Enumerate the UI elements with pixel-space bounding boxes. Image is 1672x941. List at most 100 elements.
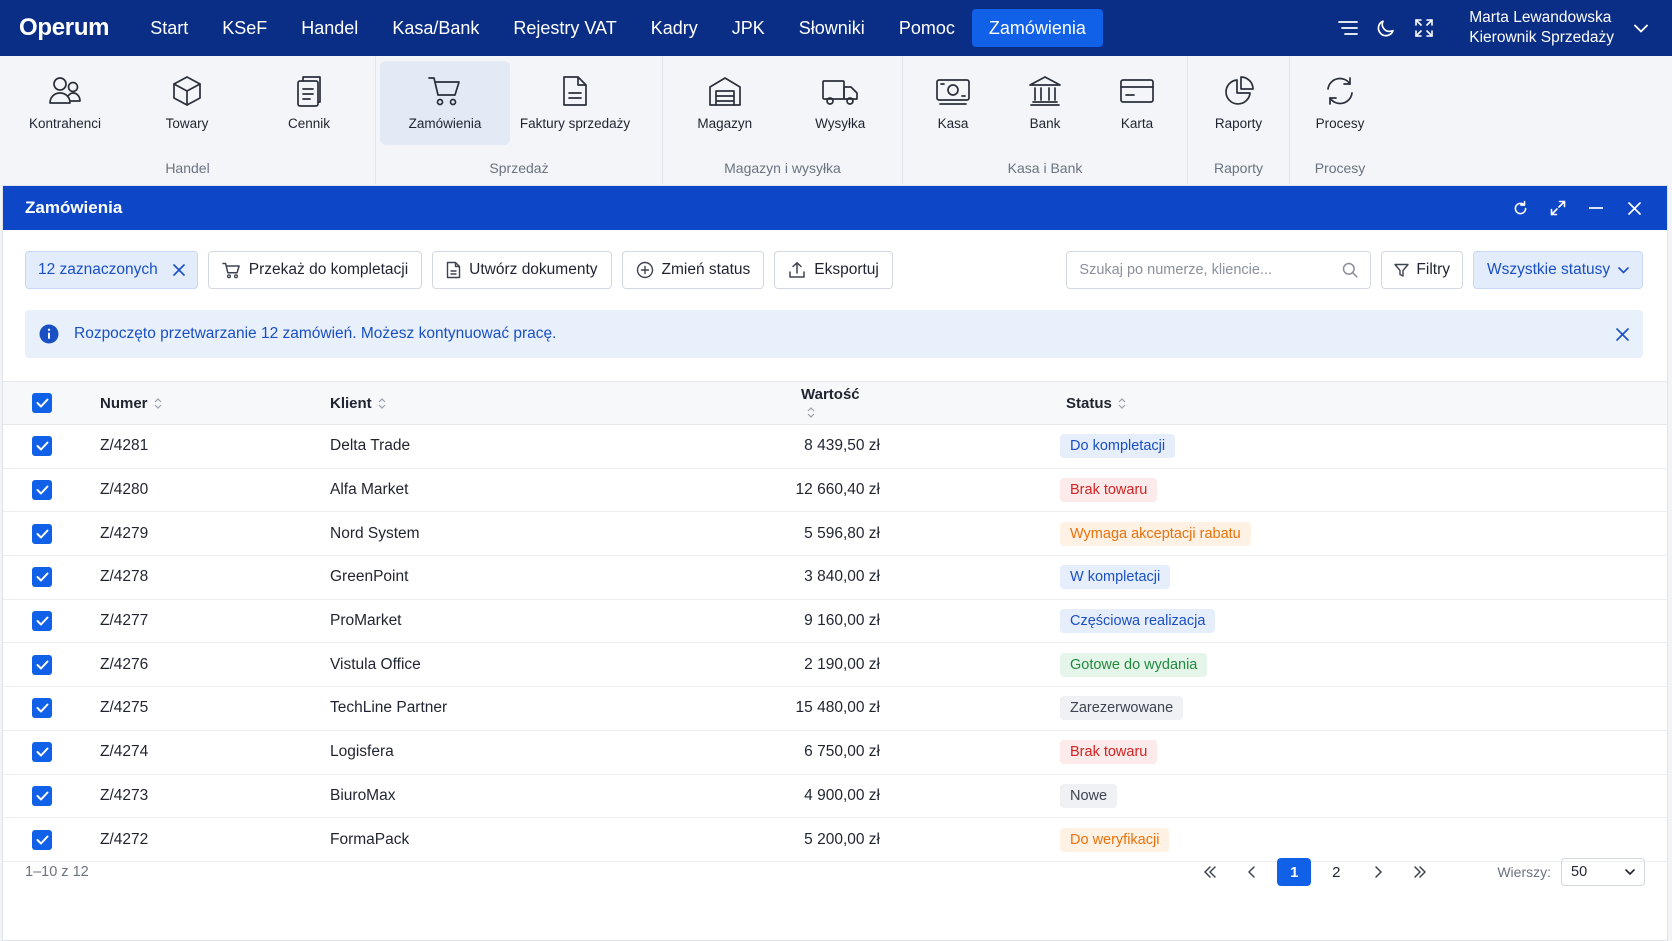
ribbon-button-0-1[interactable]: Towary — [126, 61, 248, 145]
search-input[interactable] — [1079, 262, 1343, 278]
filters-button[interactable]: Filtry — [1381, 251, 1463, 289]
ribbon-button-3-2[interactable]: Karta — [1091, 61, 1183, 145]
selection-chip[interactable]: 12 zaznaczonych — [25, 251, 198, 289]
order-number[interactable]: Z/4279 — [100, 525, 330, 543]
menu-item-4[interactable]: Rejestry VAT — [496, 9, 633, 47]
order-number[interactable]: Z/4281 — [100, 437, 330, 455]
warehouse-icon — [708, 75, 742, 107]
ribbon-button-3-0[interactable]: Kasa — [907, 61, 999, 145]
order-value: 15 480,00 zł — [795, 699, 880, 717]
ribbon-button-2-0[interactable]: Magazyn — [667, 61, 783, 145]
next-page-icon[interactable] — [1361, 858, 1395, 886]
chevron-down-icon[interactable] — [1634, 24, 1648, 33]
table-row[interactable]: Z/4273 BiuroMax 4 900,00 zł Nowe — [3, 775, 1667, 819]
menu-item-7[interactable]: Słowniki — [782, 9, 882, 47]
ribbon-button-3-1[interactable]: Bank — [999, 61, 1091, 145]
row-checkbox[interactable] — [32, 567, 52, 588]
menu-item-1[interactable]: KSeF — [205, 9, 284, 47]
header-number[interactable]: Numer — [100, 395, 330, 412]
expand-icon[interactable] — [1539, 192, 1577, 224]
ribbon-button-0-0[interactable]: Kontrahenci — [4, 61, 126, 145]
header-client[interactable]: Klient — [330, 395, 670, 412]
page-button[interactable]: 1 — [1277, 858, 1312, 886]
orders-window: Zamówienia 12 zaznaczonych Przekaż do ko… — [2, 185, 1668, 941]
ribbon-button-1-1[interactable]: Faktury sprzedaży — [510, 61, 640, 145]
menu-item-5[interactable]: Kadry — [634, 9, 715, 47]
box-icon — [171, 75, 203, 107]
row-checkbox[interactable] — [32, 611, 52, 632]
order-number[interactable]: Z/4274 — [100, 743, 330, 761]
table-row[interactable]: Z/4277 ProMarket 9 160,00 zł Częściowa real… — [3, 600, 1667, 644]
table-row[interactable]: Z/4278 GreenPoint 3 840,00 zł W kompletacji — [3, 556, 1667, 600]
ribbon-button-5-0[interactable]: Procesy — [1294, 61, 1386, 145]
menu-item-2[interactable]: Handel — [284, 9, 375, 47]
order-number[interactable]: Z/4278 — [100, 568, 330, 586]
prev-page-icon[interactable] — [1235, 858, 1269, 886]
handover-button[interactable]: Przekaż do kompletacji — [207, 251, 423, 289]
ribbon-group-4: Raporty Raporty — [1188, 56, 1290, 184]
row-checkbox[interactable] — [32, 480, 52, 501]
row-checkbox[interactable] — [32, 698, 52, 719]
order-value: 9 160,00 zł — [804, 612, 880, 630]
status-cell: Nowe — [880, 783, 1118, 808]
header-value[interactable]: Wartość — [670, 386, 880, 420]
top-bar: Operum Start KSeF Handel Kasa/Bank Rejestry … — [0, 0, 1672, 56]
row-checkbox[interactable] — [32, 436, 52, 457]
ribbon-button-1-0[interactable]: Zamówienia — [380, 61, 510, 145]
select-all-checkbox[interactable] — [32, 393, 52, 413]
first-page-icon[interactable] — [1193, 858, 1227, 886]
last-page-icon[interactable] — [1403, 858, 1437, 886]
order-number[interactable]: Z/4277 — [100, 612, 330, 630]
client-name: ProMarket — [330, 612, 402, 630]
rows-per-page-select[interactable]: 50 — [1561, 858, 1645, 886]
row-checkbox[interactable] — [32, 785, 52, 806]
fullscreen-icon[interactable] — [1407, 11, 1441, 45]
page-button[interactable]: 2 — [1319, 858, 1353, 886]
users-icon — [48, 75, 82, 107]
row-checkbox[interactable] — [32, 742, 52, 763]
info-banner: Rozpoczęto przetwarzanie 12 zamówień. Mo… — [25, 310, 1643, 358]
status-filter-dropdown[interactable]: Wszystkie statusy — [1473, 251, 1643, 289]
table-row[interactable]: Z/4279 Nord System 5 596,80 zł Wymaga akcep… — [3, 512, 1667, 557]
table-row[interactable]: Z/4276 Vistula Office 2 190,00 zł Gotowe do… — [3, 643, 1667, 688]
ribbon-button-0-2[interactable]: Cennik — [248, 61, 370, 145]
clear-selection-icon[interactable] — [172, 264, 185, 276]
menu-item-3[interactable]: Kasa/Bank — [375, 9, 496, 47]
user-info[interactable]: Marta Lewandowska Kierownik Sprzedaży — [1469, 8, 1614, 48]
close-icon[interactable] — [1615, 192, 1653, 224]
header-status[interactable]: Status — [880, 395, 1126, 412]
table-row[interactable]: Z/4280 Alfa Market 12 660,40 zł Brak towaru — [3, 469, 1667, 513]
order-number[interactable]: Z/4276 — [100, 656, 330, 674]
table-row[interactable]: Z/4274 Logisfera 6 750,00 zł Brak towaru — [3, 731, 1667, 775]
order-number[interactable]: Z/4280 — [100, 481, 330, 499]
change-status-button[interactable]: Zmień status — [621, 251, 765, 289]
search-icon[interactable] — [1342, 262, 1358, 278]
status-cell: W kompletacji — [880, 565, 1171, 590]
menu-item-9[interactable]: Zamówienia — [971, 9, 1103, 47]
search-box[interactable] — [1066, 251, 1372, 289]
export-button[interactable]: Eksportuj — [774, 251, 893, 289]
refresh-icon[interactable] — [1501, 192, 1539, 224]
ribbon-button-label: Karta — [1120, 116, 1154, 131]
table-row[interactable]: Z/4275 TechLine Partner 15 480,00 zł Zareze… — [3, 687, 1667, 731]
create-documents-button[interactable]: Utwórz dokumenty — [432, 251, 612, 289]
client-name: Logisfera — [330, 743, 394, 761]
minimize-icon[interactable] — [1577, 192, 1615, 224]
dark-mode-icon[interactable] — [1369, 11, 1403, 45]
truck-icon — [821, 75, 859, 107]
menu-item-0[interactable]: Start — [133, 9, 205, 47]
order-number[interactable]: Z/4275 — [100, 699, 330, 717]
ribbon-button-4-0[interactable]: Raporty — [1192, 61, 1285, 145]
table-row[interactable]: Z/4281 Delta Trade 8 439,50 zł Do kompletac… — [3, 425, 1667, 469]
menu-item-8[interactable]: Pomoc — [882, 9, 972, 47]
row-checkbox[interactable] — [32, 523, 52, 544]
menu-lines-icon[interactable] — [1331, 11, 1365, 45]
main-menu: Start KSeF Handel Kasa/Bank Rejestry VAT Kadr… — [133, 0, 1103, 56]
close-banner-icon[interactable] — [1616, 327, 1629, 341]
row-checkbox[interactable] — [32, 654, 52, 675]
ribbon-button-2-1[interactable]: Wysyłka — [783, 61, 899, 145]
order-number[interactable]: Z/4273 — [100, 787, 330, 805]
menu-item-6[interactable]: JPK — [715, 9, 782, 47]
ribbon-group-0: Kontrahenci Towary Cennik Handel — [0, 56, 376, 184]
pagination: 1–10 z 12 12 Wierszy: 50 — [3, 842, 1667, 902]
